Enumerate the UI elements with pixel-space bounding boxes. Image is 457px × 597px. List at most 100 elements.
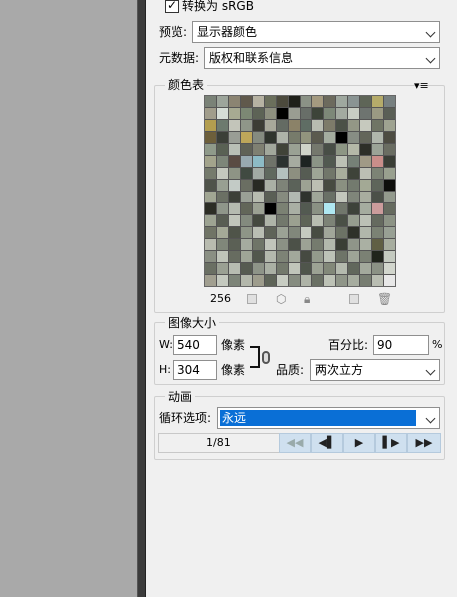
color-swatch[interactable] xyxy=(324,263,336,275)
color-swatch[interactable] xyxy=(384,155,395,167)
color-swatch[interactable] xyxy=(336,167,348,179)
color-swatch[interactable] xyxy=(360,107,372,119)
color-swatch[interactable] xyxy=(276,143,288,155)
color-swatch[interactable] xyxy=(384,275,395,286)
color-swatch[interactable] xyxy=(336,227,348,239)
color-swatch[interactable] xyxy=(288,119,300,131)
color-swatch[interactable] xyxy=(240,215,252,227)
color-swatch[interactable] xyxy=(264,227,276,239)
color-swatch[interactable] xyxy=(252,251,264,263)
color-swatch[interactable] xyxy=(205,263,216,275)
color-swatch[interactable] xyxy=(372,263,384,275)
color-swatch[interactable] xyxy=(360,251,372,263)
color-swatch[interactable] xyxy=(228,251,240,263)
color-swatch[interactable] xyxy=(324,203,336,215)
percent-input[interactable]: 90 xyxy=(373,335,429,355)
color-swatch[interactable] xyxy=(252,263,264,275)
color-swatch[interactable] xyxy=(348,215,360,227)
color-swatch[interactable] xyxy=(312,96,324,107)
color-swatch[interactable] xyxy=(205,239,216,251)
color-swatch[interactable] xyxy=(216,227,228,239)
color-swatch[interactable] xyxy=(360,263,372,275)
color-swatch[interactable] xyxy=(360,96,372,107)
color-swatch[interactable] xyxy=(312,227,324,239)
color-swatch[interactable] xyxy=(324,107,336,119)
color-swatch[interactable] xyxy=(264,263,276,275)
color-swatch[interactable] xyxy=(360,155,372,167)
color-swatch[interactable] xyxy=(372,143,384,155)
color-swatch[interactable] xyxy=(324,143,336,155)
metadata-dropdown[interactable]: 版权和联系信息 xyxy=(204,47,440,69)
color-swatch[interactable] xyxy=(288,215,300,227)
color-swatch[interactable] xyxy=(252,179,264,191)
color-swatch[interactable] xyxy=(336,96,348,107)
color-swatch[interactable] xyxy=(360,275,372,286)
color-swatch[interactable] xyxy=(288,251,300,263)
color-swatch[interactable] xyxy=(288,155,300,167)
color-swatch[interactable] xyxy=(372,191,384,203)
color-swatch[interactable] xyxy=(336,215,348,227)
color-swatch[interactable] xyxy=(336,119,348,131)
color-swatch[interactable] xyxy=(372,119,384,131)
color-swatch[interactable] xyxy=(360,179,372,191)
color-swatch[interactable] xyxy=(240,227,252,239)
next-frame-button[interactable]: ▌▶ xyxy=(375,433,407,453)
color-swatch[interactable] xyxy=(372,167,384,179)
color-swatch[interactable] xyxy=(216,167,228,179)
color-swatch[interactable] xyxy=(312,107,324,119)
color-swatch[interactable] xyxy=(372,131,384,143)
color-swatch[interactable] xyxy=(216,203,228,215)
color-swatch[interactable] xyxy=(324,119,336,131)
color-swatch[interactable] xyxy=(288,179,300,191)
color-swatch[interactable] xyxy=(252,131,264,143)
color-swatch[interactable] xyxy=(240,191,252,203)
color-swatch[interactable] xyxy=(324,155,336,167)
color-swatch[interactable] xyxy=(372,203,384,215)
color-swatch[interactable] xyxy=(276,275,288,286)
color-swatch[interactable] xyxy=(240,263,252,275)
color-swatch[interactable] xyxy=(384,251,395,263)
trash-icon[interactable]: 🗑︎ xyxy=(377,291,392,307)
color-swatch[interactable] xyxy=(360,215,372,227)
color-swatch[interactable] xyxy=(288,143,300,155)
color-swatch[interactable] xyxy=(228,215,240,227)
new-color-icon[interactable] xyxy=(349,294,359,304)
color-swatch[interactable] xyxy=(252,143,264,155)
color-swatch[interactable] xyxy=(324,96,336,107)
color-swatch[interactable] xyxy=(276,119,288,131)
loop-options-dropdown[interactable]: 永远 xyxy=(217,407,440,429)
width-input[interactable]: 540 xyxy=(173,335,217,355)
color-swatch[interactable] xyxy=(324,215,336,227)
color-swatch[interactable] xyxy=(216,191,228,203)
color-swatch[interactable] xyxy=(216,251,228,263)
color-swatch[interactable] xyxy=(276,215,288,227)
color-swatch[interactable] xyxy=(216,179,228,191)
color-swatch[interactable] xyxy=(216,239,228,251)
color-swatch[interactable] xyxy=(276,203,288,215)
color-swatch[interactable] xyxy=(336,251,348,263)
color-swatch[interactable] xyxy=(300,203,312,215)
previous-frame-button[interactable]: ◀▌ xyxy=(311,433,343,453)
color-swatch[interactable] xyxy=(372,179,384,191)
color-swatch[interactable] xyxy=(216,263,228,275)
color-swatch[interactable] xyxy=(240,119,252,131)
color-swatch[interactable] xyxy=(216,96,228,107)
color-swatch[interactable] xyxy=(336,107,348,119)
color-swatch[interactable] xyxy=(288,263,300,275)
color-swatch[interactable] xyxy=(384,96,395,107)
color-swatch[interactable] xyxy=(228,107,240,119)
convert-srgb-checkbox[interactable]: ✓ xyxy=(165,0,179,13)
color-swatch[interactable] xyxy=(372,227,384,239)
color-swatch[interactable] xyxy=(240,179,252,191)
color-swatch[interactable] xyxy=(348,131,360,143)
color-swatch[interactable] xyxy=(300,131,312,143)
color-swatch[interactable] xyxy=(336,191,348,203)
color-swatch[interactable] xyxy=(384,107,395,119)
color-swatch[interactable] xyxy=(264,179,276,191)
color-swatch[interactable] xyxy=(276,96,288,107)
color-swatch[interactable] xyxy=(276,239,288,251)
color-swatch[interactable] xyxy=(252,107,264,119)
color-swatch[interactable] xyxy=(205,227,216,239)
color-swatch[interactable] xyxy=(312,251,324,263)
color-swatch[interactable] xyxy=(228,275,240,286)
